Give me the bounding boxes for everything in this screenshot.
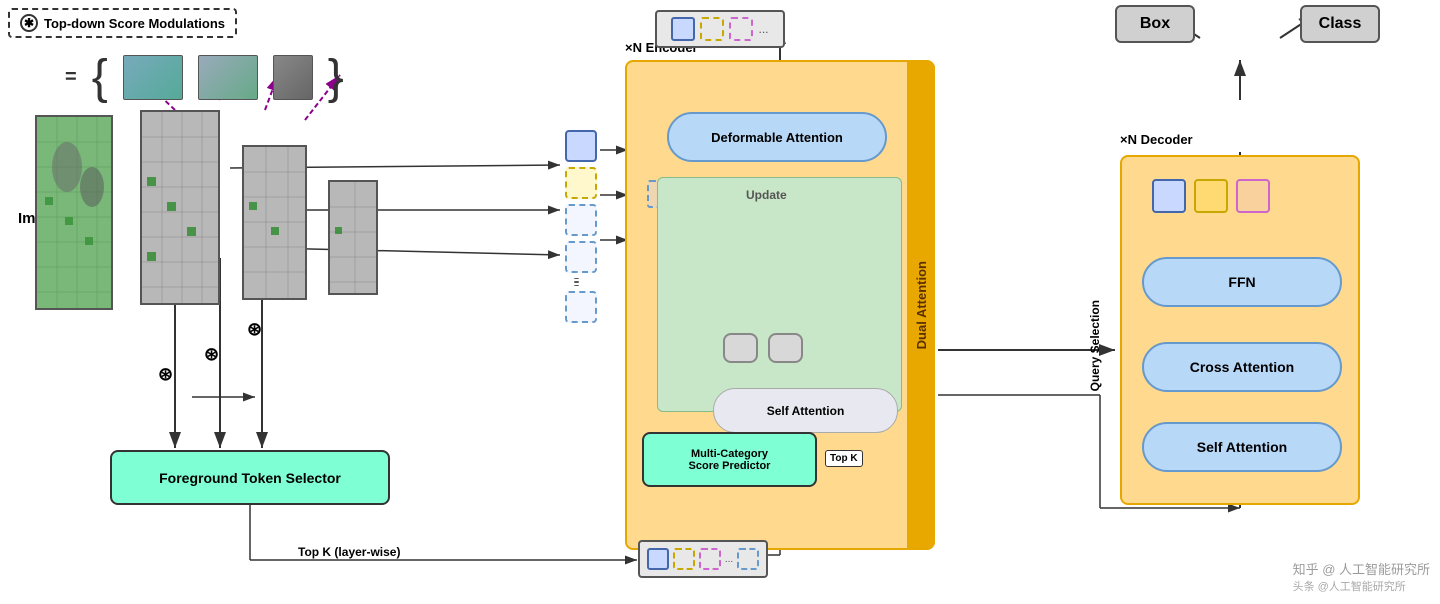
- small-token-b: [768, 333, 803, 363]
- foreground-token-selector: Foreground Token Selector: [110, 450, 390, 505]
- decoder-cross-label: Cross Attention: [1190, 359, 1294, 375]
- box-label: Box: [1140, 15, 1170, 33]
- out-tok-2: [700, 17, 724, 41]
- top-k-layerwise-label: Top K (layer-wise): [298, 545, 400, 559]
- update-label: Update: [746, 188, 787, 202]
- decoder-n-label: ×N Decoder: [1120, 132, 1193, 147]
- token-1: [565, 130, 597, 162]
- image-visual: [37, 117, 113, 310]
- bot-dots: ...: [725, 554, 733, 565]
- svg-text:⊛: ⊛: [158, 364, 173, 384]
- dec-tok-2: [1194, 179, 1228, 213]
- query-selection-label: Query Selection: [1088, 300, 1102, 391]
- thumbnail-2: [198, 55, 258, 100]
- dots-v: [574, 278, 588, 286]
- decoder-ffn-box: FFN: [1142, 257, 1342, 307]
- dual-attention-label: Dual Attention: [914, 261, 929, 349]
- close-brace: }: [328, 55, 344, 100]
- out-tok-1: [671, 17, 695, 41]
- bot-tok-3: [699, 548, 721, 570]
- multi-cat-label: Multi-Category Score Predictor: [689, 448, 771, 472]
- fm-small-visual: [330, 182, 378, 295]
- encoder-block: Dual Attention Deformable Attention ... …: [625, 60, 935, 550]
- watermark: 知乎 @ 人工智能研究所 头条 @人工智能研究所: [1293, 559, 1430, 594]
- top-down-label: ✱ Top-down Score Modulations: [8, 8, 237, 38]
- open-brace: {: [92, 55, 108, 100]
- fts-label: Foreground Token Selector: [159, 470, 341, 486]
- dual-attention-tab: Dual Attention: [907, 62, 935, 548]
- diagram-container: ⊛ ⊛ ⊛: [0, 0, 1440, 604]
- inner-green-block: Update Self Attention: [657, 177, 902, 412]
- fm-med-visual: [244, 147, 307, 300]
- feature-map-medium: [242, 145, 307, 300]
- feature-map-small: [328, 180, 378, 295]
- deformable-attention-label: Deformable Attention: [711, 130, 843, 145]
- decoder-cross-attention-box: Cross Attention: [1142, 342, 1342, 392]
- box-output: Box: [1115, 5, 1195, 43]
- dec-tok-1: [1152, 179, 1186, 213]
- top-output-tokens: ...: [655, 10, 785, 48]
- thumbnails-row: = { }: [65, 55, 344, 100]
- bottom-token-row: ...: [638, 540, 768, 578]
- equals-sign: =: [65, 66, 77, 89]
- fm-large-visual: [142, 112, 220, 305]
- watermark-sub: 头条 @人工智能研究所: [1293, 581, 1406, 593]
- bot-tok-2: [673, 548, 695, 570]
- svg-text:⊛: ⊛: [247, 319, 262, 339]
- token-5: [565, 291, 597, 323]
- thumbnail-1: [123, 55, 183, 100]
- svg-text:⊛: ⊛: [204, 344, 219, 364]
- feature-map-large: [140, 110, 220, 305]
- output-token-container: ...: [655, 10, 785, 48]
- self-attention-inner-label: Self Attention: [767, 404, 845, 418]
- deformable-attention-box: Deformable Attention: [667, 112, 887, 162]
- bot-tok-1: [647, 548, 669, 570]
- token-3: [565, 204, 597, 236]
- watermark-text: 知乎 @ 人工智能研究所: [1293, 562, 1430, 577]
- token-2: [565, 167, 597, 199]
- self-attention-inner-box: Self Attention: [713, 388, 898, 433]
- bottom-token-container: ...: [638, 540, 768, 578]
- dec-tok-3: [1236, 179, 1270, 213]
- decoder-self-label: Self Attention: [1197, 439, 1287, 455]
- out-dots: ...: [758, 22, 768, 36]
- small-token-pair: [723, 333, 803, 363]
- small-token-a: [723, 333, 758, 363]
- bot-tok-4: [737, 548, 759, 570]
- asterisk-icon: ✱: [20, 14, 38, 32]
- thumbnail-3: [273, 55, 313, 100]
- main-image: [35, 115, 113, 310]
- decoder-ffn-label: FFN: [1228, 274, 1255, 290]
- multi-category-box: Multi-Category Score Predictor: [642, 432, 817, 487]
- decoder-self-attention-box: Self Attention: [1142, 422, 1342, 472]
- token-col-left: [565, 130, 597, 323]
- class-label: Class: [1319, 15, 1362, 33]
- out-tok-3: [729, 17, 753, 41]
- decoder-block: FFN Cross Attention Self Attention: [1120, 155, 1360, 505]
- top-down-text: Top-down Score Modulations: [44, 16, 225, 31]
- decoder-top-tokens: [1152, 179, 1270, 213]
- token-4: [565, 241, 597, 273]
- top-k-label: Top K: [825, 450, 863, 467]
- class-output: Class: [1300, 5, 1380, 43]
